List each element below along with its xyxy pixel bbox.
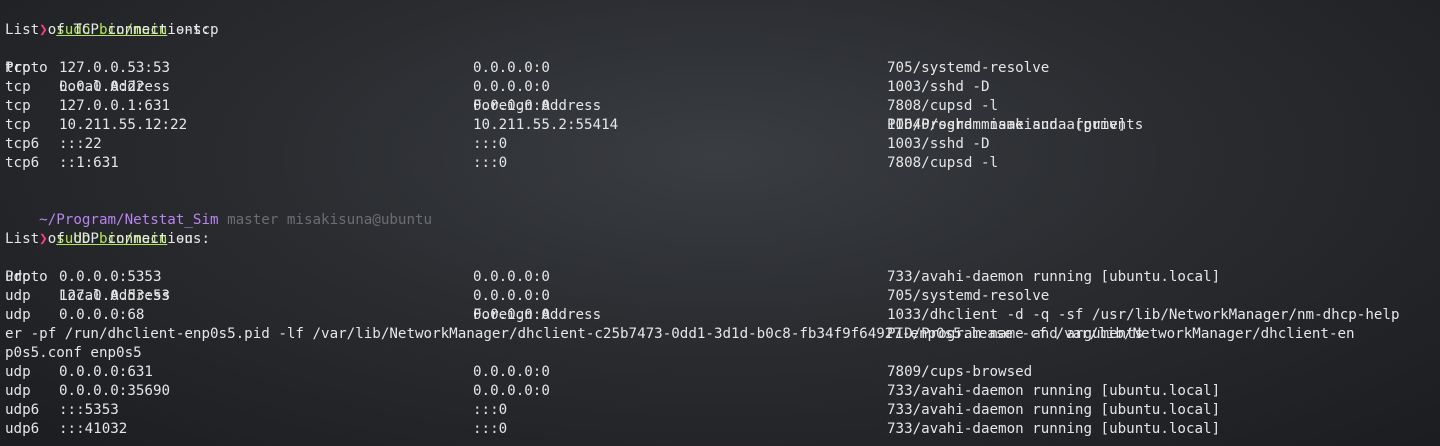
cell-foreign-address: 0.0.0.0:0	[473, 269, 550, 285]
cell-pid-program: 733/avahi-daemon running [ubuntu.local]	[887, 402, 1221, 418]
table-row: tcp6:::22:::0 1003/sshd -D	[5, 135, 1440, 154]
cell-proto: tcp	[5, 98, 31, 114]
cell-local-address: ::1:631	[59, 155, 119, 171]
cell-foreign-address: :::0	[473, 155, 508, 171]
table-row: udp6:::5353:::0 733/avahi-daemon running …	[5, 401, 1440, 420]
cell-foreign-address: :::0	[473, 136, 508, 152]
cell-proto: tcp	[5, 79, 31, 95]
udp-connection-list: udp 0.0.0.0:5353 0.0.0.0:0 733/avahi-daemon…	[5, 268, 1440, 325]
cell-pid-program: 10640/sshd misakisuna [priv]	[887, 117, 1127, 133]
cell-proto: tcp6	[5, 136, 40, 152]
cell-foreign-address: 0.0.0.0:0	[473, 364, 550, 380]
output-title-udp: List of UDP connections:	[5, 231, 210, 247]
cell-proto: udp6	[5, 421, 40, 437]
cell-foreign-address: :::0	[473, 421, 508, 437]
cell-foreign-address: 0.0.0.0:0	[473, 383, 550, 399]
command-line-tcp: ❯ sudo bin/main --tcp	[5, 2, 1440, 38]
cell-local-address: 0.0.0.0:68	[59, 307, 145, 323]
cell-foreign-address: 0.0.0.0:0	[473, 288, 550, 304]
cell-foreign-address: :::0	[473, 402, 508, 418]
table-row: udp 0.0.0.0:631 0.0.0.0:0 7809/cups-browsed	[5, 363, 1440, 382]
cell-foreign-address: 0.0.0.0:0	[473, 98, 550, 114]
table-header-udp: Proto Local Address Foreign Address PID/…	[5, 249, 1440, 342]
table-row: tcp6::1:631:::0 7808/cupsd -l	[5, 154, 1440, 173]
prompt-path-line: ~/Program/Netstat_Sim master misakisuna@…	[5, 192, 1440, 228]
cell-foreign-address: 0.0.0.0:0	[473, 307, 550, 323]
cell-pid-program: 7808/cupsd -l	[887, 98, 999, 114]
cell-pid-program: 7808/cupsd -l	[887, 155, 999, 171]
wrapped-line: er -pf /run/dhclient-enp0s5.pid -lf /var…	[5, 326, 1355, 342]
cell-pid-program: 733/avahi-daemon running [ubuntu.local]	[887, 269, 1221, 285]
command-line-udp: ❯ sudo bin/main -u	[5, 211, 1440, 247]
cell-foreign-address: 0.0.0.0:0	[473, 60, 550, 76]
cell-pid-program: 705/systemd-resolve	[887, 288, 1050, 304]
cell-local-address: 127.0.0.53:53	[59, 60, 171, 76]
cell-proto: tcp	[5, 117, 31, 133]
cell-proto: udp	[5, 383, 31, 399]
table-row: udp 127.0.0.53:53 0.0.0.0:0 705/systemd-res…	[5, 287, 1440, 306]
table-row: udp 0.0.0.0:68 0.0.0.0:0 1033/dhclient -d -…	[5, 306, 1440, 325]
table-row: tcp 0.0.0.0:22 0.0.0.0:0 1003/sshd -D	[5, 78, 1440, 97]
cell-pid-program: 1003/sshd -D	[887, 136, 990, 152]
cell-pid-program: 1003/sshd -D	[887, 79, 990, 95]
cell-proto: udp	[5, 364, 31, 380]
terminal-window[interactable]: ❯ sudo bin/main --tcp List of TCP connec…	[0, 0, 1440, 446]
cell-foreign-address: 10.211.55.2:55414	[473, 117, 619, 133]
cell-pid-program: 733/avahi-daemon running [ubuntu.local]	[887, 421, 1221, 437]
cell-local-address: :::5353	[59, 402, 119, 418]
cell-pid-program: 733/avahi-daemon running [ubuntu.local]	[887, 383, 1221, 399]
cell-local-address: 0.0.0.0:631	[59, 364, 153, 380]
wrapped-line: p0s5.conf enp0s5	[5, 345, 142, 361]
cell-proto: udp6	[5, 402, 40, 418]
cell-local-address: 127.0.0.1:631	[59, 98, 171, 114]
cell-local-address: 0.0.0.0:22	[59, 79, 145, 95]
cell-local-address: 127.0.0.53:53	[59, 288, 171, 304]
cell-pid-program: 1033/dhclient -d -q -sf /usr/lib/Network…	[887, 307, 1400, 323]
table-row: tcp 10.211.55.12:22 10.211.55.2:55414 10640…	[5, 116, 1440, 135]
tcp-connection-list: tcp 127.0.0.53:53 0.0.0.0:0 705/systemd-res…	[5, 59, 1440, 173]
cell-foreign-address: 0.0.0.0:0	[473, 79, 550, 95]
table-row: udp6:::41032:::0 733/avahi-daemon running…	[5, 420, 1440, 439]
cell-local-address: :::22	[59, 136, 102, 152]
cell-proto: udp	[5, 288, 31, 304]
cell-local-address: 0.0.0.0:35690	[59, 383, 171, 399]
cell-proto: udp	[5, 307, 31, 323]
udp-connection-list-continued: udp 0.0.0.0:631 0.0.0.0:0 7809/cups-browsed…	[5, 363, 1440, 439]
cell-pid-program: 705/systemd-resolve	[887, 60, 1050, 76]
cell-pid-program: 7809/cups-browsed	[887, 364, 1033, 380]
table-row: udp 0.0.0.0:35690 0.0.0.0:0 733/avahi-daemo…	[5, 382, 1440, 401]
table-row: udp 0.0.0.0:5353 0.0.0.0:0 733/avahi-daemon…	[5, 268, 1440, 287]
cell-proto: udp	[5, 269, 31, 285]
cell-local-address: 0.0.0.0:5353	[59, 269, 162, 285]
cell-proto: tcp6	[5, 155, 40, 171]
table-row: tcp 127.0.0.53:53 0.0.0.0:0 705/systemd-res…	[5, 59, 1440, 78]
table-row: tcp 127.0.0.1:631 0.0.0.0:0 7808/cupsd -l	[5, 97, 1440, 116]
cell-local-address: :::41032	[59, 421, 128, 437]
table-header-tcp: Proto Local Address Foreign Address PID/…	[5, 40, 1440, 133]
cell-local-address: 10.211.55.12:22	[59, 117, 188, 133]
cell-proto: tcp	[5, 60, 31, 76]
output-title-tcp: List of TCP connections:	[5, 22, 210, 38]
